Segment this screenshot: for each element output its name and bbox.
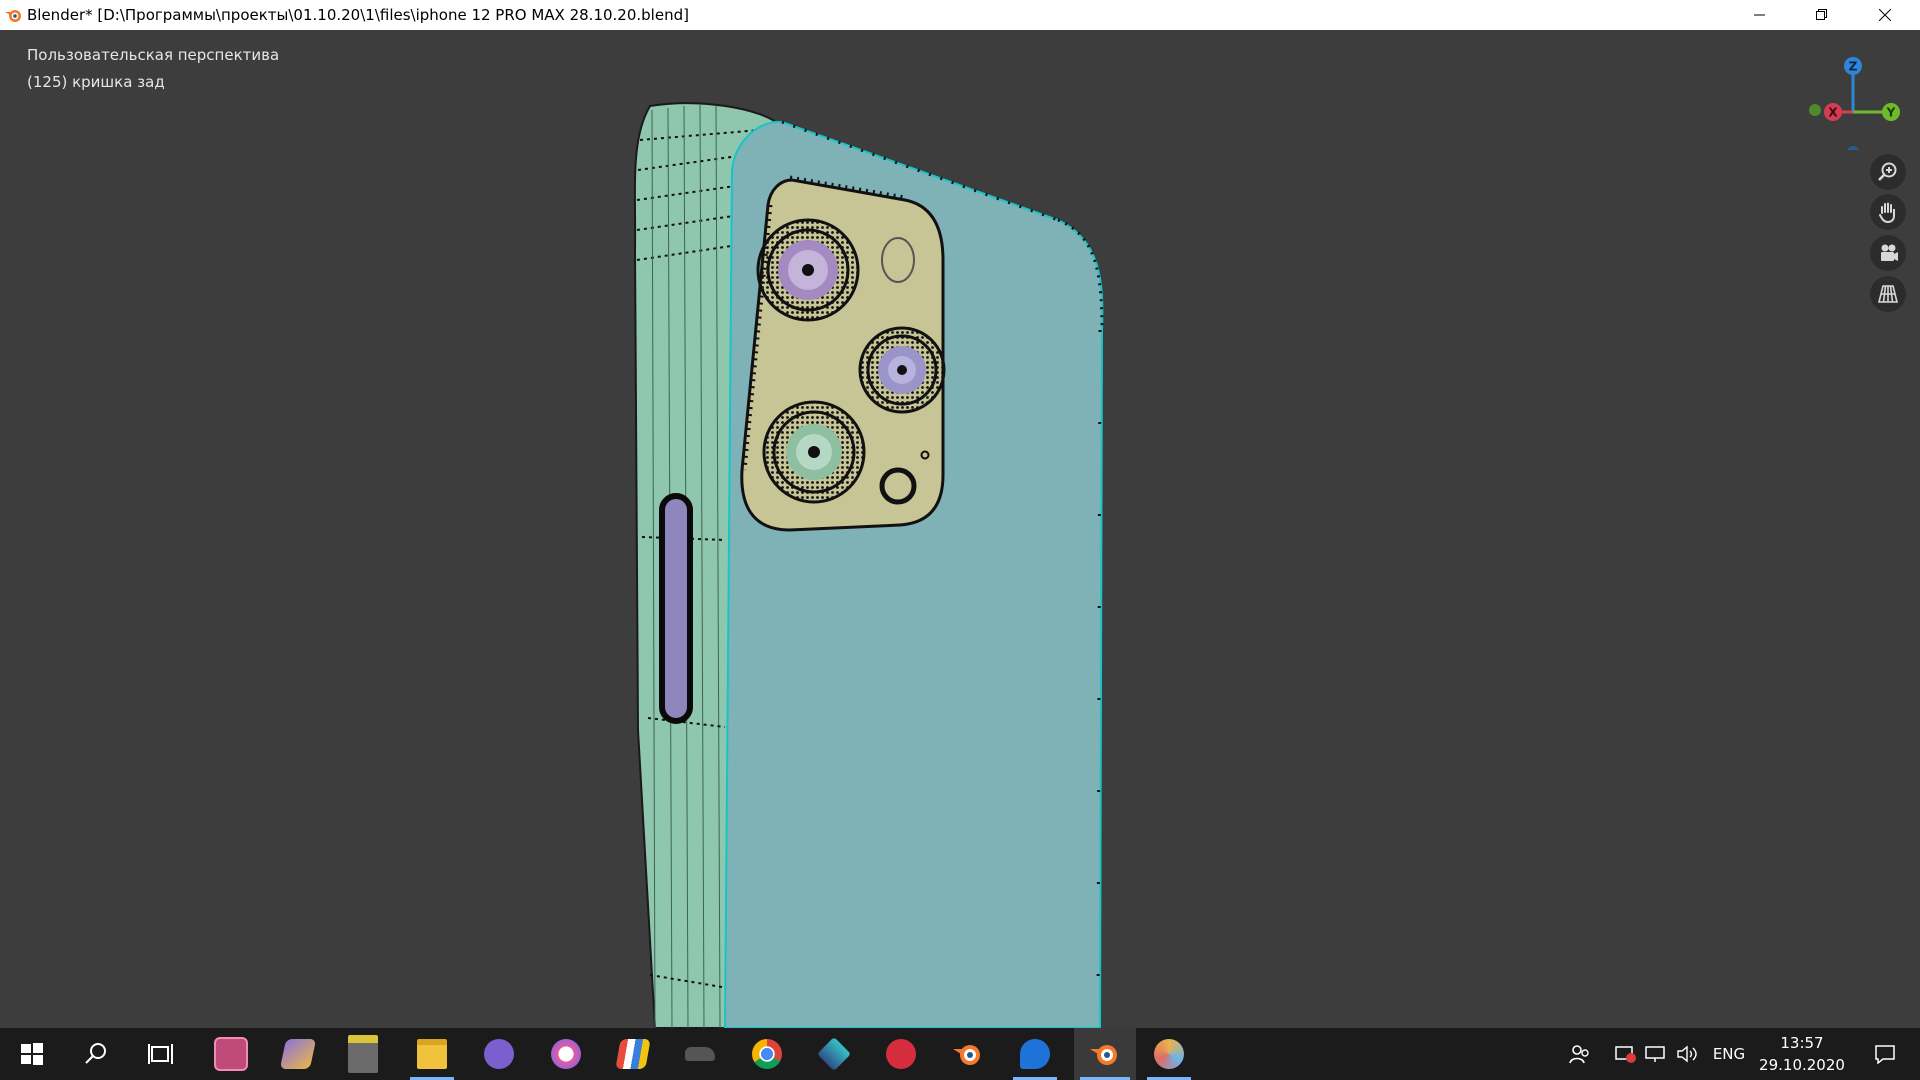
security-tray-button[interactable] xyxy=(1612,1028,1640,1080)
title-bar: Blender* [D:\Программы\проекты\01.10.20\… xyxy=(0,0,1920,30)
language-indicator[interactable]: ENG xyxy=(1707,1028,1751,1080)
minimize-button[interactable] xyxy=(1730,0,1790,30)
notification-icon xyxy=(1875,1045,1895,1064)
taskbar-chrome[interactable] xyxy=(739,1028,795,1080)
zoom-button[interactable] xyxy=(1870,154,1906,190)
taskbar-app-layers[interactable] xyxy=(806,1028,862,1080)
app-car-icon xyxy=(685,1047,715,1061)
taskbar-itunes[interactable] xyxy=(538,1028,594,1080)
blender-active-icon xyxy=(1090,1045,1117,1065)
people-icon xyxy=(1569,1045,1589,1064)
restore-button[interactable] xyxy=(1792,0,1852,30)
gizmo-x-label: X xyxy=(1828,106,1838,120)
task-view-icon xyxy=(148,1044,173,1064)
taskbar-app-pink[interactable] xyxy=(203,1028,259,1080)
itunes-icon xyxy=(551,1039,581,1069)
lens-bottom[interactable] xyxy=(762,400,866,504)
windows-start-icon xyxy=(21,1043,43,1065)
camera-view-button[interactable] xyxy=(1870,235,1906,271)
minimize-icon xyxy=(1754,14,1765,16)
task-view-button[interactable] xyxy=(133,1028,189,1080)
search-button[interactable] xyxy=(68,1028,124,1080)
app-layers-icon xyxy=(817,1037,851,1071)
notification-button[interactable] xyxy=(1860,1028,1910,1080)
clock[interactable]: 13:57 29.10.2020 xyxy=(1755,1028,1849,1080)
paint-icon xyxy=(1154,1039,1184,1069)
file-explorer-icon xyxy=(417,1039,447,1069)
start-button[interactable] xyxy=(4,1028,60,1080)
taskbar-app-monitor[interactable] xyxy=(335,1028,391,1080)
zoom-icon xyxy=(1878,162,1897,181)
app-pink-icon xyxy=(214,1037,248,1071)
people-button[interactable] xyxy=(1563,1028,1597,1080)
camera-icon xyxy=(1881,244,1898,261)
blender-icon xyxy=(953,1045,980,1065)
3d-viewport[interactable]: Пользовательская перспектива (125) кришк… xyxy=(0,30,1920,1028)
taskbar: ENG 13:57 29.10.2020 xyxy=(0,1028,1920,1080)
close-icon xyxy=(1879,9,1891,21)
phone-model[interactable] xyxy=(0,30,1920,1028)
taskbar-viber[interactable] xyxy=(471,1028,527,1080)
side-button[interactable] xyxy=(659,493,693,724)
volume-tray-button[interactable] xyxy=(1672,1028,1702,1080)
app-stack-icon xyxy=(615,1039,651,1069)
taskbar-app-stack[interactable] xyxy=(605,1028,661,1080)
taskbar-app-red-s[interactable] xyxy=(873,1028,929,1080)
taskbar-edge[interactable] xyxy=(1007,1028,1063,1080)
taskbar-paint[interactable] xyxy=(1141,1028,1197,1080)
viewport-info: Пользовательская перспектива (125) кришк… xyxy=(27,42,279,96)
close-button[interactable] xyxy=(1855,0,1915,30)
perspective-toggle-button[interactable] xyxy=(1870,276,1906,312)
blender-logo-icon xyxy=(5,10,21,22)
perspective-grid-icon xyxy=(1877,285,1899,303)
orientation-gizmo[interactable]: Z Y X xyxy=(1800,40,1920,150)
network-tray-button[interactable] xyxy=(1641,1028,1669,1080)
object-info: (125) кришка зад xyxy=(27,73,165,91)
app-monitor-icon xyxy=(348,1035,378,1073)
search-icon xyxy=(85,1043,106,1064)
hand-pan-icon xyxy=(1879,202,1895,223)
app-purple-icon xyxy=(279,1039,317,1069)
window-title: Blender* [D:\Программы\проекты\01.10.20\… xyxy=(27,6,689,24)
clock-date: 29.10.2020 xyxy=(1759,1056,1845,1074)
gizmo-z-label: Z xyxy=(1849,60,1858,74)
lens-right[interactable] xyxy=(858,326,946,414)
taskbar-blender[interactable] xyxy=(940,1028,996,1080)
app-red-s-icon xyxy=(886,1039,916,1069)
taskbar-blender-active[interactable] xyxy=(1074,1028,1136,1080)
viber-icon xyxy=(484,1039,514,1069)
taskbar-app-purple[interactable] xyxy=(270,1028,326,1080)
clock-time: 13:57 xyxy=(1780,1034,1824,1052)
taskbar-app-car[interactable] xyxy=(672,1028,728,1080)
chrome-icon xyxy=(752,1039,782,1069)
restore-icon xyxy=(1816,9,1827,20)
taskbar-file-explorer[interactable] xyxy=(404,1028,460,1080)
edge-icon xyxy=(1020,1039,1050,1069)
view-name: Пользовательская перспектива xyxy=(27,46,280,64)
lens-top[interactable] xyxy=(756,218,860,322)
pan-button[interactable] xyxy=(1870,194,1906,230)
volume-icon xyxy=(1677,1045,1697,1063)
network-icon xyxy=(1645,1046,1665,1062)
gizmo-y-label: Y xyxy=(1886,106,1896,120)
security-icon xyxy=(1615,1046,1636,1063)
